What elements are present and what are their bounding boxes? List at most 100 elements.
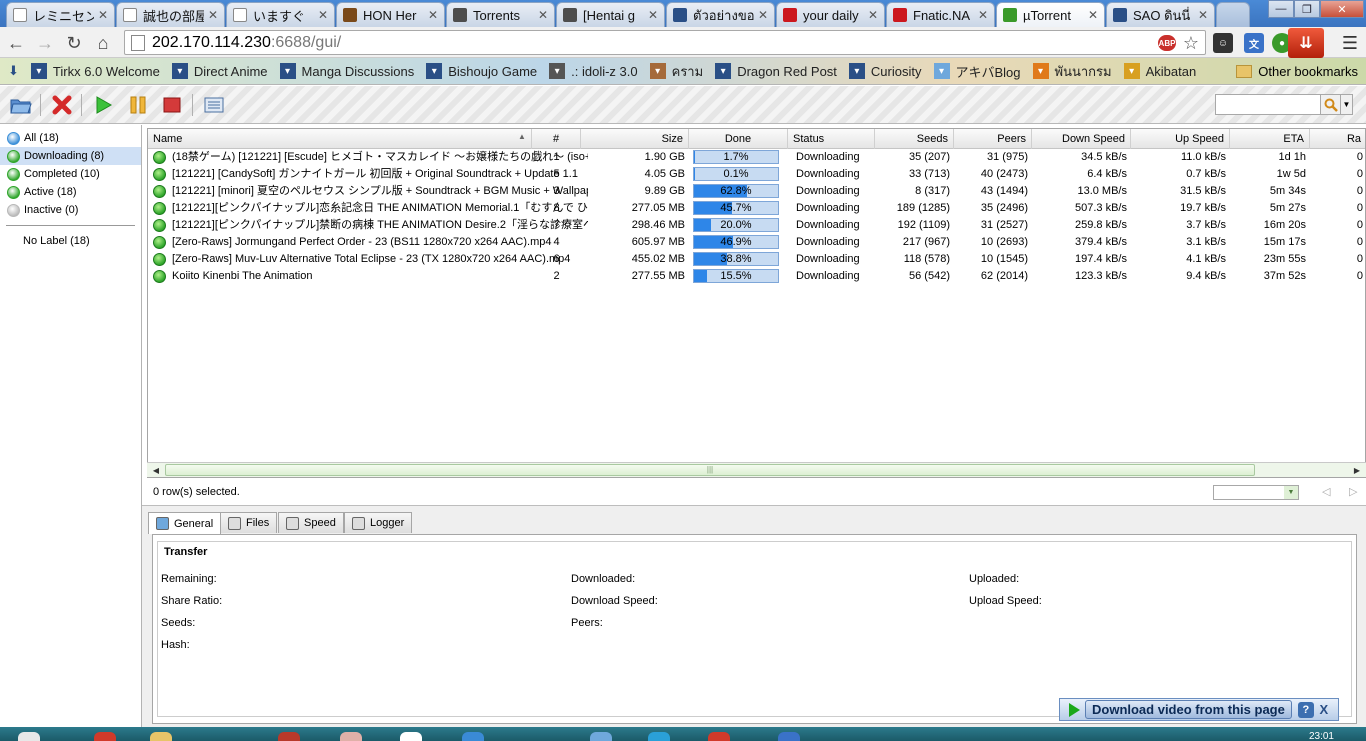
- bookmark-item[interactable]: ▾ Akibatan: [1123, 63, 1196, 79]
- search-icon[interactable]: [1321, 94, 1341, 115]
- close-icon[interactable]: ✕: [538, 8, 548, 22]
- close-icon[interactable]: ✕: [98, 8, 108, 22]
- scroll-right-icon[interactable]: ▶: [1350, 464, 1364, 476]
- scrollbar-thumb[interactable]: |||: [165, 464, 1255, 476]
- character-extension-icon[interactable]: ☺: [1213, 33, 1233, 53]
- browser-tab[interactable]: SAO ดินนี่ ✕: [1106, 2, 1215, 27]
- bookmark-item[interactable]: ▾ พันนากรม: [1032, 61, 1112, 82]
- bookmark-item[interactable]: ▾ Dragon Red Post: [715, 63, 837, 79]
- column-header[interactable]: Size: [581, 129, 689, 149]
- close-icon[interactable]: ✕: [208, 8, 218, 22]
- download-helper-icon[interactable]: ⇊: [1288, 28, 1324, 58]
- prev-page-icon[interactable]: ◁: [1322, 485, 1330, 498]
- bookmark-item[interactable]: ▾ .: idoli-z 3.0: [549, 63, 638, 79]
- star-bookmark-icon[interactable]: ☆: [1181, 33, 1201, 53]
- close-window-button[interactable]: ✕: [1320, 0, 1364, 18]
- home-icon[interactable]: ⌂: [92, 32, 114, 54]
- back-arrow-icon[interactable]: ←: [5, 32, 27, 54]
- taskbar-app-icon[interactable]: [278, 732, 300, 741]
- bookmark-item[interactable]: ▾ Direct Anime: [171, 63, 268, 79]
- browser-tab[interactable]: ตัวอย่างของ ✕: [666, 2, 775, 27]
- bookmark-menu-icon[interactable]: ⬇: [8, 63, 19, 79]
- reload-icon[interactable]: ↻: [63, 32, 85, 54]
- column-header[interactable]: ETA: [1230, 129, 1310, 149]
- menu-icon[interactable]: ☰: [1340, 33, 1360, 53]
- search-input[interactable]: [1215, 94, 1321, 115]
- bookmark-item[interactable]: ▾ アキバBlog: [933, 62, 1021, 81]
- remove-torrent-button[interactable]: [51, 94, 73, 116]
- bookmark-item[interactable]: ▾ Bishoujo Game: [426, 63, 537, 79]
- close-icon[interactable]: ✕: [758, 8, 768, 22]
- new-tab-button[interactable]: [1216, 2, 1250, 27]
- column-header[interactable]: Down Speed: [1032, 129, 1131, 149]
- close-icon[interactable]: ✕: [648, 8, 658, 22]
- taskbar-app-icon[interactable]: [648, 732, 670, 741]
- close-icon[interactable]: X: [1317, 702, 1331, 718]
- table-row[interactable]: [121221][ピンクパイナップル]禁断の病棟 THE ANIMATION D…: [148, 217, 1365, 234]
- category-item[interactable]: Inactive (0): [0, 201, 141, 219]
- browser-tab[interactable]: [Hentai g ✕: [556, 2, 665, 27]
- taskbar-app-icon[interactable]: [400, 732, 422, 741]
- bookmark-item[interactable]: ▾ คราม: [649, 61, 703, 82]
- close-icon[interactable]: ✕: [1088, 8, 1098, 22]
- tab-files[interactable]: Files: [220, 512, 278, 533]
- browser-tab[interactable]: レミニセン ✕: [6, 2, 115, 27]
- close-icon[interactable]: ✕: [868, 8, 878, 22]
- browser-tab[interactable]: Fnatic.NA ✕: [886, 2, 995, 27]
- taskbar-app-icon[interactable]: [340, 732, 362, 741]
- pause-button[interactable]: [127, 94, 149, 116]
- table-row[interactable]: [121221] [CandySoft] ガンナイトガール 初回版 + Orig…: [148, 166, 1365, 183]
- tab-general[interactable]: General: [148, 512, 222, 534]
- help-icon[interactable]: ?: [1297, 701, 1314, 718]
- stop-button[interactable]: [161, 94, 183, 116]
- table-row[interactable]: [Zero-Raws] Muv-Luv Alternative Total Ec…: [148, 251, 1365, 268]
- taskbar-app-icon[interactable]: [590, 732, 612, 741]
- table-row[interactable]: Koiito Kinenbi The Animation 2 277.55 MB 15…: [148, 268, 1365, 285]
- table-row[interactable]: [121221][ピンクパイナップル]恋糸記念日 THE ANIMATION M…: [148, 200, 1365, 217]
- category-item[interactable]: All (18): [0, 129, 141, 147]
- folder-icon[interactable]: [150, 732, 172, 741]
- category-item[interactable]: Active (18): [0, 183, 141, 201]
- bookmark-item[interactable]: ▾ Curiosity: [848, 63, 922, 79]
- translate-icon[interactable]: 文: [1244, 33, 1264, 53]
- horizontal-scrollbar[interactable]: ◀ ||| ▶: [147, 462, 1366, 477]
- address-bar[interactable]: 202.170.114.230:6688/gui/: [124, 30, 1206, 55]
- close-icon[interactable]: ✕: [1198, 8, 1208, 22]
- maximize-button[interactable]: ❐: [1294, 0, 1320, 18]
- taskbar-app-icon[interactable]: [778, 732, 800, 741]
- column-header[interactable]: Done: [689, 129, 788, 149]
- label-item[interactable]: No Label (18): [0, 232, 141, 250]
- tab-speed[interactable]: Speed: [278, 512, 344, 533]
- column-header[interactable]: Name: [148, 129, 532, 149]
- column-header[interactable]: Up Speed: [1131, 129, 1230, 149]
- start-button[interactable]: [92, 94, 114, 116]
- column-header[interactable]: Peers: [954, 129, 1032, 149]
- scroll-left-icon[interactable]: ◀: [149, 464, 163, 476]
- category-item[interactable]: Downloading (8): [0, 147, 141, 165]
- browser-tab[interactable]: 誠也の部屋 ✕: [116, 2, 225, 27]
- table-row[interactable]: [Zero-Raws] Jormungand Perfect Order - 2…: [148, 234, 1365, 251]
- bookmark-item[interactable]: ▾ Tirkx 6.0 Welcome: [30, 63, 160, 79]
- other-bookmarks[interactable]: Other bookmarks: [1236, 64, 1366, 79]
- close-icon[interactable]: ✕: [318, 8, 328, 22]
- minimize-button[interactable]: —: [1268, 0, 1294, 18]
- browser-tab[interactable]: いますぐ ✕: [226, 2, 335, 27]
- forward-arrow-icon[interactable]: →: [34, 32, 56, 54]
- close-icon[interactable]: ✕: [428, 8, 438, 22]
- settings-button[interactable]: [203, 94, 225, 116]
- taskbar-app-icon[interactable]: [94, 732, 116, 741]
- add-torrent-button[interactable]: [10, 94, 32, 116]
- browser-tab[interactable]: your daily ✕: [776, 2, 885, 27]
- browser-tab[interactable]: µTorrent ✕: [996, 2, 1105, 27]
- column-header[interactable]: Status: [788, 129, 875, 149]
- close-icon[interactable]: ✕: [978, 8, 988, 22]
- next-page-icon[interactable]: ▷: [1349, 485, 1357, 498]
- page-select[interactable]: ▼: [1213, 485, 1299, 500]
- browser-tab[interactable]: HON Her ✕: [336, 2, 445, 27]
- tab-logger[interactable]: Logger: [344, 512, 413, 533]
- column-header[interactable]: #: [532, 129, 581, 149]
- column-header[interactable]: Ra: [1310, 129, 1365, 149]
- adblock-icon[interactable]: ABP: [1158, 35, 1176, 51]
- table-row[interactable]: (18禁ゲーム) [121221] [Escude] ヒメゴト・マスカレイド ～…: [148, 149, 1365, 166]
- taskbar-app-icon[interactable]: [708, 732, 730, 741]
